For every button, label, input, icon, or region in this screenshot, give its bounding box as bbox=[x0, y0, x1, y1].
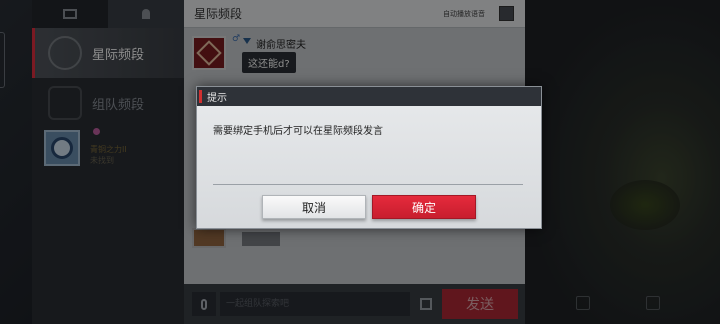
prompt-dialog: 提示 需要绑定手机后才可以在星际频段发言 取消 确定 bbox=[196, 86, 542, 229]
divider bbox=[213, 184, 523, 185]
dialog-title: 提示 bbox=[197, 87, 541, 106]
cancel-button[interactable]: 取消 bbox=[262, 195, 366, 219]
confirm-button[interactable]: 确定 bbox=[372, 195, 476, 219]
dialog-message: 需要绑定手机后才可以在星际频段发言 bbox=[213, 126, 383, 137]
